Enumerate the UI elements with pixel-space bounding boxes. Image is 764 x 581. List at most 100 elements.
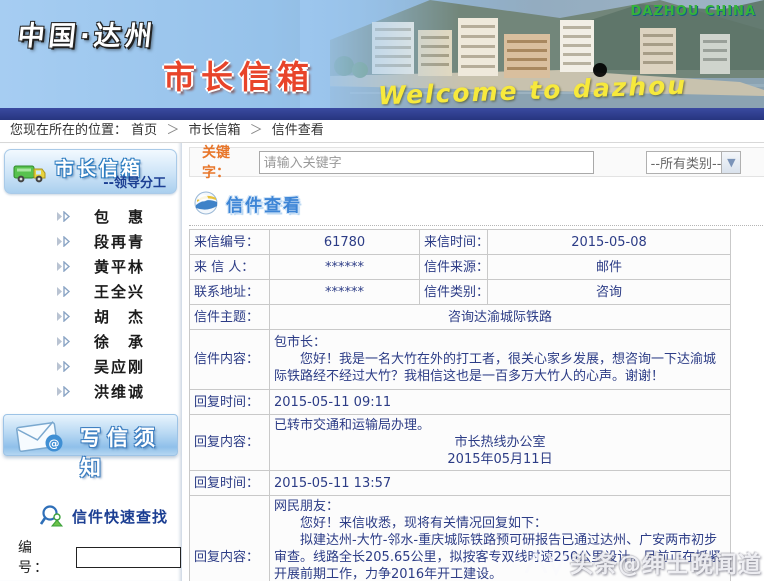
sidebar-item-leader-3[interactable]: 黄平林 xyxy=(0,254,181,279)
globe-icon xyxy=(193,190,219,216)
header-banner: 中国·达州 市长信箱 Welcome to dazhou DAZHOU CHIN… xyxy=(0,0,764,108)
leader-nav-list: 包 惠 段再青 黄平林 王全兴 胡 杰 xyxy=(0,198,181,404)
quick-find-panel: 信件快速查找 编 号： 密 码： 查 询 重 置 xyxy=(0,504,181,581)
keyword-search-bar: 关键字： --所有类别-- ▼ 搜 索 xyxy=(189,147,764,177)
reply2-line: 网民朋友： xyxy=(274,498,726,515)
source-label: 信件来源： xyxy=(420,255,488,280)
leader-name: 洪维诚 xyxy=(94,381,145,402)
content-area: 市长信箱 --领导分工 包 惠 段再青 黄平林 王全兴 xyxy=(0,143,764,581)
write-letter-notice-button[interactable]: @ 写信须知 xyxy=(3,414,178,456)
dazhou-china-tagline: DAZHOU CHINA xyxy=(631,4,757,19)
reply2-time-value: 2015-05-11 13:57 xyxy=(270,471,731,496)
sidebar-item-leader-4[interactable]: 王全兴 xyxy=(0,279,181,304)
double-arrow-icon xyxy=(56,311,72,322)
reply1-value: 已转市交通和运输局办理。 市长热线办公室 2015年05月11日 xyxy=(270,415,731,471)
chevron-down-icon[interactable]: ▼ xyxy=(721,152,740,173)
table-row: 来 信 人： ****** 信件来源： 邮件 xyxy=(190,255,731,280)
reply1-time-label: 回复时间： xyxy=(190,390,270,415)
subject-label: 信件主题： xyxy=(190,305,270,330)
mayor-mailbox-logo: 市长信箱 xyxy=(163,52,315,98)
letter-time-label: 来信时间： xyxy=(420,230,488,255)
reply1-sign-date: 2015年05月11日 xyxy=(274,451,726,468)
subject-value: 咨询达渝城际铁路 xyxy=(270,305,731,330)
sidebar-item-leader-5[interactable]: 胡 杰 xyxy=(0,304,181,329)
table-row: 来信编号： 61780 来信时间： 2015-05-08 xyxy=(190,230,731,255)
quick-find-title-row: 信件快速查找 xyxy=(0,504,181,528)
reply1-label: 回复内容： xyxy=(190,415,270,471)
table-row: 联系地址： ****** 信件类别： 咨询 xyxy=(190,280,731,305)
reply2-value: 网民朋友： 您好！来信收悉，现将有关情况回复如下： 拟建达州-大竹-邻水-重庆城… xyxy=(270,496,731,581)
leader-name: 吴应刚 xyxy=(94,356,145,377)
letter-no-value: 61780 xyxy=(270,230,420,255)
letter-id-label: 编 号： xyxy=(18,537,76,577)
leader-name: 段再青 xyxy=(94,231,145,252)
category-label: 信件类别： xyxy=(420,280,488,305)
main-panel: 关键字： --所有类别-- ▼ 搜 索 信件查看 xyxy=(182,143,764,581)
reply2-label: 回复内容： xyxy=(190,496,270,581)
breadcrumb-label: 您现在所在的位置： xyxy=(10,123,127,138)
table-row: 回复内容： 网民朋友： 您好！来信收悉，现将有关情况回复如下： 拟建达州-大竹-… xyxy=(190,496,731,581)
keyword-label: 关键字： xyxy=(202,142,255,182)
write-letter-notice-label: 写信须知 xyxy=(80,422,177,482)
reply1-signature: 市长热线办公室 xyxy=(274,434,726,451)
content-label: 信件内容： xyxy=(190,330,270,390)
sender-value: ****** xyxy=(270,255,420,280)
source-value: 邮件 xyxy=(488,255,731,280)
double-arrow-icon xyxy=(56,361,72,372)
search-person-icon xyxy=(40,504,66,528)
breadcrumb-home[interactable]: 首页 xyxy=(131,123,157,138)
section-title-row: 信件查看 xyxy=(193,190,764,216)
leader-name: 包 惠 xyxy=(94,206,145,227)
mail-truck-icon xyxy=(12,158,48,186)
letter-no-label: 来信编号： xyxy=(190,230,270,255)
double-arrow-icon xyxy=(56,236,72,247)
letter-table: 来信编号： 61780 来信时间： 2015-05-08 来 信 人： ****… xyxy=(189,229,731,581)
table-row: 信件主题： 咨询达渝城际铁路 xyxy=(190,305,731,330)
site-name: 中国·达州 xyxy=(16,14,158,53)
sidebar: 市长信箱 --领导分工 包 惠 段再青 黄平林 王全兴 xyxy=(0,143,182,581)
envelope-at-icon: @ xyxy=(16,421,68,453)
letter-id-input[interactable] xyxy=(76,547,181,568)
sidebar-subtitle: --领导分工 xyxy=(103,172,166,191)
navy-divider-strip xyxy=(0,108,764,120)
table-row: 信件内容： 包市长： 您好！我是一名大竹在外的打工者，很关心家乡发展，想咨询一下… xyxy=(190,330,731,390)
content-line: 包市长： xyxy=(274,334,726,351)
leader-name: 王全兴 xyxy=(94,281,145,302)
letter-id-row: 编 号： xyxy=(18,537,181,577)
quick-find-title: 信件快速查找 xyxy=(72,506,168,527)
sidebar-item-leader-7[interactable]: 吴应刚 xyxy=(0,354,181,379)
double-arrow-icon xyxy=(56,286,72,297)
sidebar-item-leader-2[interactable]: 段再青 xyxy=(0,229,181,254)
content-line: 您好！我是一名大竹在外的打工者，很关心家乡发展，想咨询一下达渝城际铁路经不经过大… xyxy=(274,351,726,385)
sidebar-item-leader-8[interactable]: 洪维诚 xyxy=(0,379,181,404)
reply1-time-value: 2015-05-11 09:11 xyxy=(270,390,731,415)
keyword-input[interactable] xyxy=(259,151,594,174)
table-row: 回复时间： 2015-05-11 09:11 xyxy=(190,390,731,415)
sender-label: 来 信 人： xyxy=(190,255,270,280)
page: 中国·达州 市长信箱 Welcome to dazhou DAZHOU CHIN… xyxy=(0,0,764,581)
sidebar-item-leader-1[interactable]: 包 惠 xyxy=(0,204,181,229)
breadcrumb: 您现在所在的位置： 首页 ＞ 市长信箱 ＞ 信件查看 xyxy=(0,120,764,143)
table-row: 回复时间： 2015-05-11 13:57 xyxy=(190,471,731,496)
reply1-line: 已转市交通和运输局办理。 xyxy=(274,417,726,434)
breadcrumb-letter-view[interactable]: 信件查看 xyxy=(272,123,324,138)
category-select[interactable]: --所有类别-- ▼ xyxy=(646,151,742,174)
leader-name: 胡 杰 xyxy=(94,306,145,327)
reply2-line: 拟建达州-大竹-邻水-重庆城际铁路预可研报告已通过达州、广安两市初步审查。线路全… xyxy=(274,532,726,581)
address-label: 联系地址： xyxy=(190,280,270,305)
section-title: 信件查看 xyxy=(226,191,302,216)
double-arrow-icon xyxy=(56,261,72,272)
reply2-time-label: 回复时间： xyxy=(190,471,270,496)
sidebar-header: 市长信箱 --领导分工 xyxy=(4,149,177,194)
letter-time-value: 2015-05-08 xyxy=(488,230,731,255)
content-value: 包市长： 您好！我是一名大竹在外的打工者，很关心家乡发展，想咨询一下达渝城际铁路… xyxy=(270,330,731,390)
double-arrow-icon xyxy=(56,336,72,347)
breadcrumb-separator: ＞ xyxy=(245,123,268,138)
breadcrumb-mayor-mailbox[interactable]: 市长信箱 xyxy=(188,123,240,138)
double-arrow-icon xyxy=(56,386,72,397)
sidebar-item-leader-6[interactable]: 徐 承 xyxy=(0,329,181,354)
letter-table-wrap: 来信编号： 61780 来信时间： 2015-05-08 来 信 人： ****… xyxy=(189,225,764,581)
category-selected-value: --所有类别-- xyxy=(647,153,722,172)
address-value: ****** xyxy=(270,280,420,305)
category-value: 咨询 xyxy=(488,280,731,305)
